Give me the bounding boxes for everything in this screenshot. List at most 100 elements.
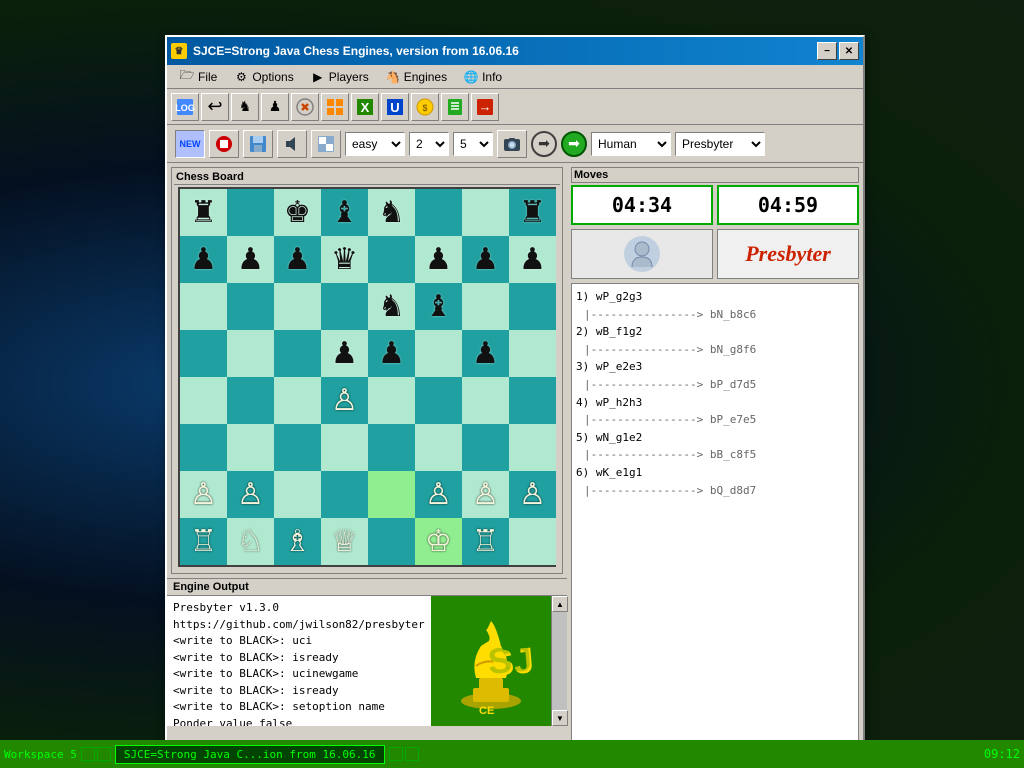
cell-6-4[interactable]: [368, 471, 415, 518]
toolbar-coin-btn[interactable]: $: [411, 93, 439, 121]
cell-4-5[interactable]: [415, 377, 462, 424]
cell-0-2[interactable]: ♚: [274, 189, 321, 236]
toolbar-grid-btn[interactable]: [321, 93, 349, 121]
menu-options[interactable]: ⚙ Options: [225, 67, 301, 87]
cell-4-2[interactable]: [274, 377, 321, 424]
close-button[interactable]: ✕: [839, 42, 859, 60]
toolbar-x-btn[interactable]: X: [351, 93, 379, 121]
cell-2-6[interactable]: [462, 283, 509, 330]
taskbar-app-item[interactable]: SJCE=Strong Java C...ion from 16.06.16: [115, 745, 385, 764]
cell-2-1[interactable]: [227, 283, 274, 330]
cell-1-0[interactable]: ♟: [180, 236, 227, 283]
setup-btn[interactable]: [311, 130, 341, 158]
cell-6-2[interactable]: [274, 471, 321, 518]
cell-4-7[interactable]: [509, 377, 556, 424]
num1-select[interactable]: 1 2 3: [409, 132, 449, 156]
menu-players[interactable]: ▶ Players: [302, 67, 377, 87]
cell-5-1[interactable]: [227, 424, 274, 471]
menu-info[interactable]: 🌐 Info: [455, 67, 510, 87]
cell-7-1[interactable]: ♘: [227, 518, 274, 565]
cell-1-1[interactable]: ♟: [227, 236, 274, 283]
save-btn[interactable]: [243, 130, 273, 158]
cell-5-2[interactable]: [274, 424, 321, 471]
cell-7-7[interactable]: [509, 518, 556, 565]
cell-0-7[interactable]: ♜: [509, 189, 556, 236]
cell-6-0[interactable]: ♙: [180, 471, 227, 518]
toolbar-arrow-btn[interactable]: →: [471, 93, 499, 121]
cell-3-6[interactable]: ♟: [462, 330, 509, 377]
cell-1-3[interactable]: ♛: [321, 236, 368, 283]
cell-5-7[interactable]: [509, 424, 556, 471]
cell-6-5[interactable]: ♙: [415, 471, 462, 518]
cell-5-5[interactable]: [415, 424, 462, 471]
menu-engines[interactable]: 🐴 Engines: [377, 67, 455, 87]
new-game-btn[interactable]: NEW: [175, 130, 205, 158]
cell-7-5[interactable]: ♔: [415, 518, 462, 565]
cell-0-1[interactable]: [227, 189, 274, 236]
toolbar-u-btn[interactable]: U: [381, 93, 409, 121]
cell-7-3[interactable]: ♕: [321, 518, 368, 565]
difficulty-select[interactable]: easy medium hard: [345, 132, 405, 156]
cell-1-6[interactable]: ♟: [462, 236, 509, 283]
cell-2-2[interactable]: [274, 283, 321, 330]
cell-6-6[interactable]: ♙: [462, 471, 509, 518]
cell-2-5[interactable]: ♝: [415, 283, 462, 330]
cell-2-4[interactable]: ♞: [368, 283, 415, 330]
cell-3-3[interactable]: ♟: [321, 330, 368, 377]
cell-3-2[interactable]: [274, 330, 321, 377]
cell-3-1[interactable]: [227, 330, 274, 377]
cell-6-7[interactable]: ♙: [509, 471, 556, 518]
cell-4-0[interactable]: [180, 377, 227, 424]
go-btn2[interactable]: ➡: [561, 131, 587, 157]
cell-4-6[interactable]: [462, 377, 509, 424]
cell-0-3[interactable]: ♝: [321, 189, 368, 236]
cell-0-5[interactable]: [415, 189, 462, 236]
cell-3-5[interactable]: [415, 330, 462, 377]
engine-scrollbar[interactable]: ▲ ▼: [551, 596, 567, 726]
stop-btn[interactable]: [209, 130, 239, 158]
cell-4-4[interactable]: [368, 377, 415, 424]
camera-btn[interactable]: [497, 130, 527, 158]
toolbar-game-btn[interactable]: [291, 93, 319, 121]
toolbar-book-btn[interactable]: [441, 93, 469, 121]
cell-6-3[interactable]: [321, 471, 368, 518]
scroll-up-btn[interactable]: ▲: [552, 596, 568, 612]
cell-6-1[interactable]: ♙: [227, 471, 274, 518]
num2-select[interactable]: 3 4 5: [453, 132, 493, 156]
cell-3-7[interactable]: [509, 330, 556, 377]
cell-1-4[interactable]: [368, 236, 415, 283]
cell-1-5[interactable]: ♟: [415, 236, 462, 283]
toolbar-log-btn[interactable]: LOG: [171, 93, 199, 121]
cell-2-0[interactable]: [180, 283, 227, 330]
cell-2-7[interactable]: [509, 283, 556, 330]
toolbar-undo-btn[interactable]: ↩: [201, 93, 229, 121]
cell-1-7[interactable]: ♟: [509, 236, 556, 283]
go-btn1[interactable]: ➡: [531, 131, 557, 157]
chess-board[interactable]: ♜♚♝♞♜♟♟♟♛♟♟♟♞♝♟♟♟♙♙♙♙♙♙♖♘♗♕♔♖: [178, 187, 556, 567]
ws-dot-2[interactable]: [97, 747, 111, 761]
scroll-down-btn[interactable]: ▼: [552, 710, 568, 726]
cell-4-3[interactable]: ♙: [321, 377, 368, 424]
minimize-button[interactable]: −: [817, 42, 837, 60]
cell-5-6[interactable]: [462, 424, 509, 471]
cell-0-4[interactable]: ♞: [368, 189, 415, 236]
cell-1-2[interactable]: ♟: [274, 236, 321, 283]
menu-file[interactable]: 🗁 File: [171, 67, 225, 87]
cell-7-0[interactable]: ♖: [180, 518, 227, 565]
cell-5-0[interactable]: [180, 424, 227, 471]
cell-3-0[interactable]: [180, 330, 227, 377]
cell-7-6[interactable]: ♖: [462, 518, 509, 565]
cell-5-3[interactable]: [321, 424, 368, 471]
cell-0-0[interactable]: ♜: [180, 189, 227, 236]
scroll-track[interactable]: [552, 612, 567, 710]
ws-dot-1[interactable]: [81, 747, 95, 761]
cell-7-4[interactable]: [368, 518, 415, 565]
cell-3-4[interactable]: ♟: [368, 330, 415, 377]
cell-7-2[interactable]: ♗: [274, 518, 321, 565]
engine-select[interactable]: Presbyter Other: [675, 132, 765, 156]
cell-2-3[interactable]: [321, 283, 368, 330]
cell-0-6[interactable]: [462, 189, 509, 236]
toolbar-knight-btn[interactable]: ♞: [231, 93, 259, 121]
sound-btn[interactable]: [277, 130, 307, 158]
cell-4-1[interactable]: [227, 377, 274, 424]
